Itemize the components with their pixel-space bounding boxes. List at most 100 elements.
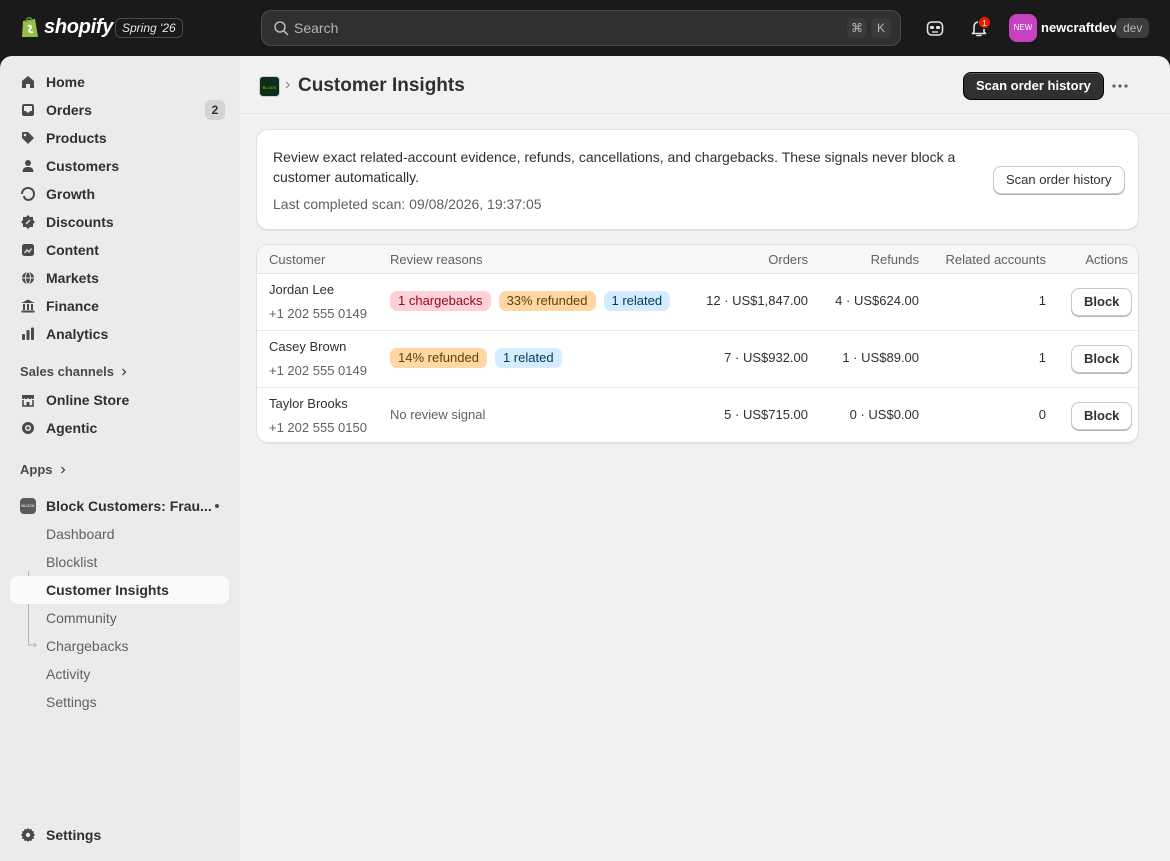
refunds-value: 0 · US$0.00 [849, 407, 919, 422]
sidebar-item-content[interactable]: Content [10, 236, 229, 264]
scan-order-history-secondary-button[interactable]: Scan order history [993, 166, 1125, 194]
content-icon [22, 244, 34, 256]
related-accounts-value: 1 [1038, 293, 1046, 308]
shortcut-cmd-key: ⌘ [847, 18, 867, 38]
sidebar-item-agentic[interactable]: Agentic [10, 414, 229, 442]
globe-icon [22, 271, 34, 285]
app-subitem-community[interactable]: Community [10, 604, 229, 632]
block-button[interactable]: Block [1071, 345, 1133, 373]
discount-icon [21, 215, 35, 229]
block-app-icon: BLOCK [20, 498, 36, 514]
review-reasons: 14% refunded 1 related [390, 348, 562, 368]
main-content: BLOCK › Customer Insights Scan order his… [240, 56, 1170, 861]
sidekick-icon[interactable] [924, 17, 946, 39]
column-header-orders: Orders [768, 252, 808, 267]
tag-icon [22, 132, 34, 144]
customer-phone: +1 202 555 0149 [269, 306, 367, 321]
app-breadcrumb-icon[interactable]: BLOCK [259, 76, 280, 97]
related-accounts-value: 1 [1038, 350, 1046, 365]
sidebar-item-label: Content [46, 242, 99, 258]
sales-channels-header[interactable]: Sales channels [20, 364, 128, 379]
more-actions-icon[interactable] [1106, 74, 1134, 98]
sidebar-item-discounts[interactable]: Discounts [10, 208, 229, 236]
gear-icon [21, 828, 35, 842]
related-badge: 1 related [494, 348, 562, 368]
sidebar-item-customers[interactable]: Customers [10, 152, 229, 180]
app-subitem-chargebacks[interactable]: Chargebacks [10, 632, 229, 660]
apps-header[interactable]: Apps [20, 462, 67, 477]
shopify-logo[interactable]: shopify [20, 15, 113, 39]
sidebar-item-label: Growth [46, 186, 95, 202]
app-subitem-label: Customer Insights [46, 582, 169, 598]
column-header-related: Related accounts [945, 252, 1046, 267]
chart-icon [22, 327, 34, 340]
sidebar-item-orders[interactable]: Orders 2 [10, 96, 229, 124]
sidebar-item-label: Settings [46, 827, 102, 843]
orders-count-badge: 2 [205, 100, 225, 120]
search-bar[interactable]: Search ⌘ K [261, 10, 901, 46]
app-subitem-label: Dashboard [46, 526, 115, 542]
app-subitem-label: Blocklist [46, 554, 98, 570]
sidebar-item-label: Discounts [46, 214, 114, 230]
table-row: Jordan Lee +1 202 555 0149 1 chargebacks… [257, 274, 1138, 331]
app-subitem-label: Chargebacks [46, 638, 129, 654]
customer-name[interactable]: Taylor Brooks [269, 396, 348, 411]
refunds-value: 1 · US$89.00 [842, 350, 919, 365]
sidebar-item-analytics[interactable]: Analytics [10, 320, 229, 348]
refunds-value: 4 · US$624.00 [835, 293, 919, 308]
top-bar: shopify Spring '26 Search ⌘ K 1 NEW newc… [0, 0, 1170, 56]
customer-name[interactable]: Jordan Lee [269, 282, 334, 297]
app-subitem-activity[interactable]: Activity [10, 660, 229, 688]
review-reasons: 1 chargebacks 33% refunded 1 related [390, 291, 671, 311]
person-icon [22, 160, 34, 172]
sidebar-item-block-customers-app[interactable]: BLOCK Block Customers: Frau... [10, 492, 229, 520]
home-icon [22, 76, 34, 88]
customer-name[interactable]: Casey Brown [269, 339, 346, 354]
block-button[interactable]: Block [1071, 288, 1133, 316]
orders-value: 5 · US$715.00 [724, 407, 808, 422]
sidebar-item-label: Customers [46, 158, 120, 174]
scan-order-history-button[interactable]: Scan order history [963, 72, 1104, 100]
sidebar-item-growth[interactable]: Growth [10, 180, 229, 208]
sidebar-item-label: Finance [46, 298, 99, 314]
last-scan-text: Last completed scan: 09/08/2026, 19:37:0… [273, 196, 542, 212]
store-name[interactable]: newcraftdev [1041, 20, 1117, 35]
column-header-customer: Customer [269, 252, 326, 267]
app-subitem-blocklist[interactable]: Blocklist [10, 548, 229, 576]
sidebar-item-settings[interactable]: Settings [10, 821, 229, 849]
app-subitem-settings[interactable]: Settings [10, 688, 229, 716]
sidebar-item-finance[interactable]: Finance [10, 292, 229, 320]
info-card: Review exact related-account evidence, r… [256, 129, 1139, 230]
sidebar-item-label: Online Store [46, 392, 130, 408]
sidebar-item-label: Home [46, 74, 85, 90]
store-avatar[interactable]: NEW [1009, 14, 1037, 42]
sidebar-item-label: Orders [46, 102, 92, 118]
sidebar-item-label: Analytics [46, 326, 109, 342]
search-icon [274, 21, 289, 36]
block-button[interactable]: Block [1071, 402, 1133, 430]
sidebar-item-home[interactable]: Home [10, 68, 229, 96]
page-title: Customer Insights [298, 75, 465, 96]
app-subitem-dashboard[interactable]: Dashboard [10, 520, 229, 548]
chevron-right-icon [121, 368, 127, 375]
agentic-icon [22, 422, 34, 434]
growth-icon [21, 186, 36, 201]
no-review-signal-text: No review signal [390, 407, 486, 422]
app-name: Block Customers: Frau... [46, 498, 212, 514]
sidebar-item-products[interactable]: Products [10, 124, 229, 152]
dev-badge: dev [1116, 18, 1150, 38]
info-description: Review exact related-account evidence, r… [273, 149, 956, 185]
apps-label: Apps [20, 462, 53, 477]
edition-badge: Spring '26 [115, 18, 183, 38]
sidebar-item-label: Products [46, 130, 107, 146]
table-row: Casey Brown +1 202 555 0149 14% refunded… [257, 331, 1138, 388]
page-header: BLOCK › Customer Insights Scan order his… [240, 56, 1170, 114]
sidebar: Home Orders 2 Products Customers Growth … [0, 56, 240, 861]
sidebar-item-markets[interactable]: Markets [10, 264, 229, 292]
breadcrumb-chevron-icon: › [285, 76, 291, 93]
customer-phone: +1 202 555 0150 [269, 420, 367, 435]
app-subitem-label: Settings [46, 694, 97, 710]
sidebar-item-online-store[interactable]: Online Store [10, 386, 229, 414]
app-subitem-customer-insights[interactable]: Customer Insights [10, 576, 229, 604]
table-row: Taylor Brooks +1 202 555 0150 No review … [257, 388, 1138, 442]
